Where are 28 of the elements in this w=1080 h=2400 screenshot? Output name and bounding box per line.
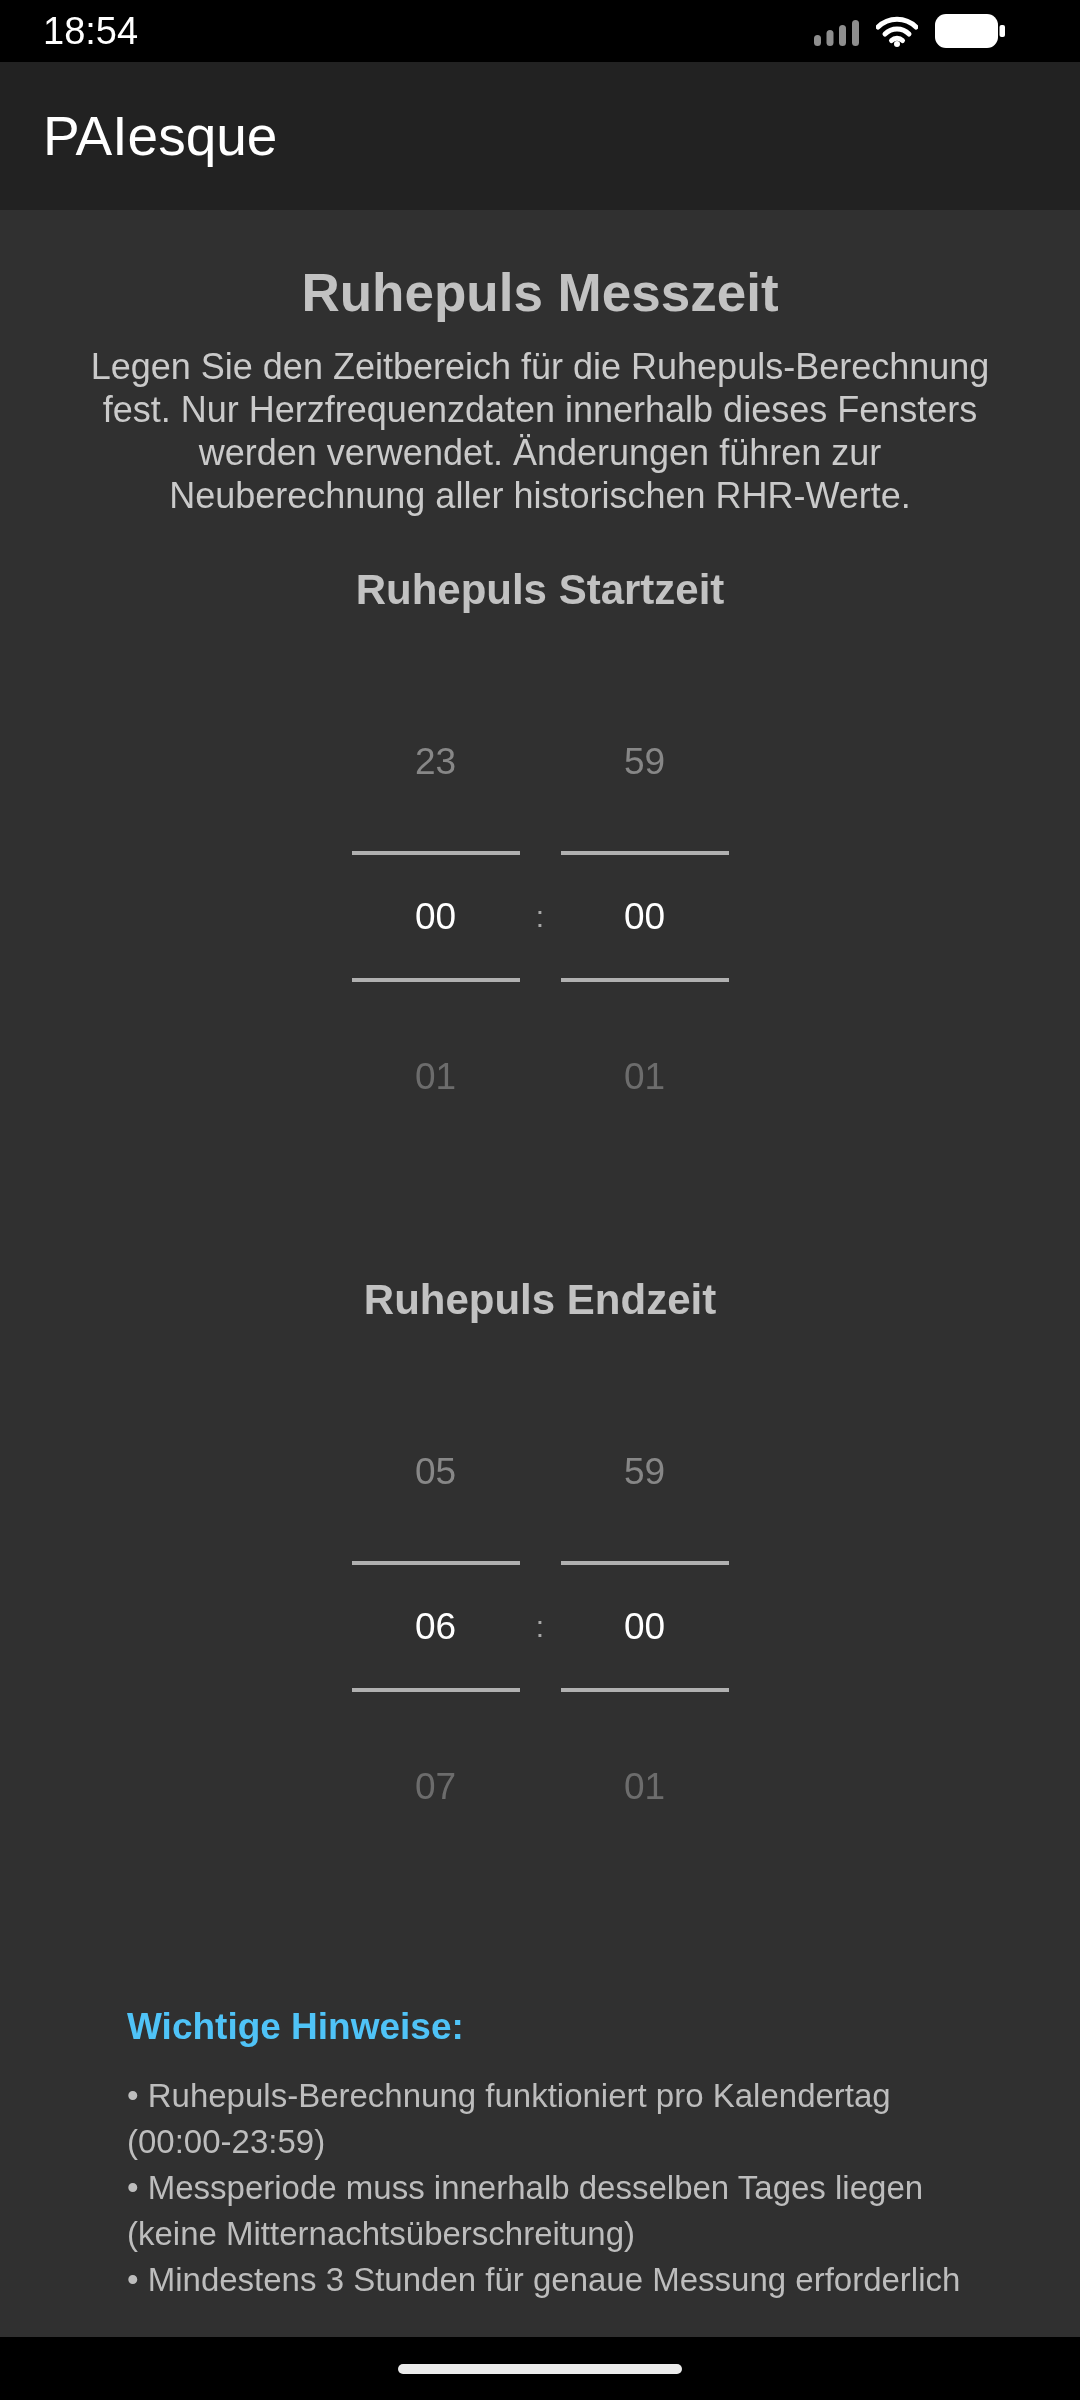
hour-option[interactable]: 23 bbox=[351, 673, 520, 851]
home-indicator[interactable] bbox=[398, 2364, 682, 2374]
minute-option[interactable]: 59 bbox=[560, 673, 729, 851]
note-text: • Messperiode muss innerhalb desselben Tages liegen (keine Mitternachtsüberschreitung) bbox=[127, 2168, 925, 2254]
signal-icon bbox=[814, 20, 859, 46]
minute-option[interactable]: 01 bbox=[560, 982, 729, 1172]
description-text: Legen Sie den Zeitbereich für die Ruhepuls-Berechnung fest. Nur Herzfrequenzdaten innerhalb dieses Fensters werden verwendet. Änderungen führen zur Neuberechnung aller historischen RHR-Werte. bbox=[89, 345, 991, 517]
minute-option[interactable]: 01 bbox=[560, 1692, 729, 1882]
minute-value[interactable]: 00 bbox=[560, 1561, 729, 1692]
hour-option[interactable]: 05 bbox=[351, 1383, 520, 1561]
time-separator: : bbox=[535, 1609, 545, 1644]
hour-option[interactable]: 07 bbox=[351, 1692, 520, 1882]
hour-option[interactable]: 01 bbox=[351, 982, 520, 1172]
notes-heading: Wichtige Hinweise: bbox=[127, 2005, 465, 2049]
status-time: 18:54 bbox=[43, 9, 139, 53]
minute-option[interactable]: 59 bbox=[560, 1383, 729, 1561]
hour-value[interactable]: 06 bbox=[351, 1561, 520, 1692]
note-text: • Ruhepuls-Berechnung funktioniert pro Kalendertag (00:00-23:59) bbox=[127, 2076, 892, 2162]
page-title: Ruhepuls Messzeit bbox=[301, 262, 779, 324]
hour-value[interactable]: 00 bbox=[351, 851, 520, 982]
minute-value[interactable]: 00 bbox=[560, 851, 729, 982]
time-separator: : bbox=[535, 899, 545, 934]
battery-icon bbox=[935, 14, 1005, 48]
picker-heading: Ruhepuls Endzeit bbox=[363, 1275, 717, 1325]
picker-heading: Ruhepuls Startzeit bbox=[355, 565, 725, 615]
wifi-icon bbox=[876, 15, 918, 47]
note-text: • Mindestens 3 Stunden für genaue Messung erforderlich bbox=[127, 2260, 962, 2300]
app-title: PAIesque bbox=[43, 104, 278, 168]
